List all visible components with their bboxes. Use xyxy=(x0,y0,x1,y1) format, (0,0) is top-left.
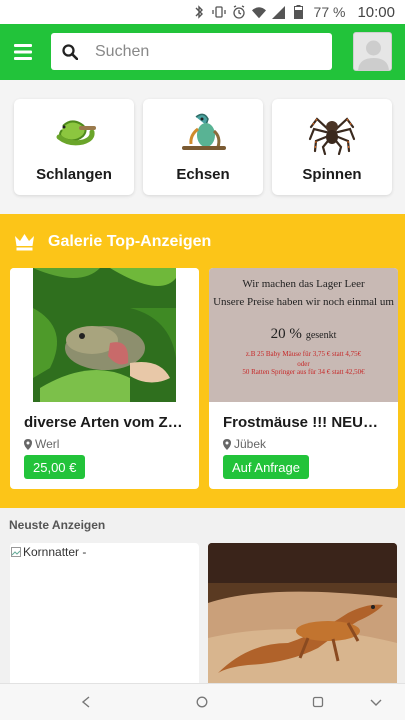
image-text-suffix: gesenkt xyxy=(305,330,337,341)
newest-section-title: Neuste Anzeigen xyxy=(9,518,106,532)
alarm-icon xyxy=(232,5,246,19)
snake-icon xyxy=(56,120,96,146)
category-label: Schlangen xyxy=(36,166,112,183)
image-text-line: Wir machen das Lager Leer xyxy=(242,278,365,290)
gallery-section: Galerie Top-Anzeigen diverse Arten vom Z… xyxy=(0,214,405,508)
ad-location: Werl xyxy=(24,437,59,451)
system-nav-bar xyxy=(0,683,405,720)
ad-image xyxy=(208,543,397,683)
back-icon[interactable] xyxy=(77,693,95,711)
category-label: Echsen xyxy=(176,166,230,183)
category-section: Schlangen Echsen Spinnen xyxy=(0,80,405,214)
image-text-line: oder xyxy=(297,360,310,368)
category-label: Spinnen xyxy=(302,166,362,183)
top-ad-card-1[interactable]: diverse Arten vom Zü... Werl 25,00 € xyxy=(10,268,199,489)
ad-image: Wir machen das Lager Leer Unsere Preise … xyxy=(209,268,398,402)
lizard-icon xyxy=(182,113,226,150)
image-text-line: Unsere Preise haben wir noch einmal um xyxy=(213,296,394,308)
signal-icon xyxy=(272,5,286,19)
search-bar[interactable] xyxy=(51,33,332,70)
app-header xyxy=(0,24,405,80)
search-input[interactable] xyxy=(95,42,315,61)
bluetooth-icon xyxy=(192,5,206,19)
ad-title: diverse Arten vom Zü... xyxy=(24,414,189,431)
category-card-snakes[interactable]: Schlangen xyxy=(14,99,134,195)
image-text-line: 50 Ratten Springer aus für 34 € statt 42… xyxy=(242,368,365,376)
category-card-spiders[interactable]: Spinnen xyxy=(272,99,392,195)
gallery-title: Galerie Top-Anzeigen xyxy=(48,232,212,250)
search-icon xyxy=(62,43,78,60)
home-icon[interactable] xyxy=(193,693,211,711)
wifi-icon xyxy=(251,5,266,19)
battery-percentage: 77 % xyxy=(313,4,346,20)
vibrate-icon xyxy=(211,5,226,19)
broken-image-placeholder: Kornnatter - xyxy=(11,545,86,559)
new-ad-card-1[interactable]: Kornnatter - xyxy=(10,543,199,683)
dropdown-icon[interactable] xyxy=(367,693,385,711)
top-ad-card-2[interactable]: Wir machen das Lager Leer Unsere Preise … xyxy=(209,268,398,489)
ad-location: Jübek xyxy=(223,437,266,451)
location-pin-icon xyxy=(223,438,231,450)
category-card-lizards[interactable]: Echsen xyxy=(143,99,263,195)
clock: 10:00 xyxy=(357,3,395,21)
price-badge: 25,00 € xyxy=(24,455,86,479)
location-pin-icon xyxy=(24,438,32,450)
image-text-percent: 20 % xyxy=(270,326,302,342)
new-ad-card-2[interactable] xyxy=(208,543,397,683)
recents-icon[interactable] xyxy=(309,693,327,711)
broken-image-icon xyxy=(11,547,21,557)
battery-icon xyxy=(292,5,306,19)
hamburger-menu-icon xyxy=(14,44,32,60)
spider-icon xyxy=(308,117,356,155)
status-bar: 77 % 10:00 xyxy=(0,0,405,24)
image-text-line: 20 % gesenkt xyxy=(209,325,398,343)
image-text-line: z.B 25 Baby Mäuse für 3,75 € statt 4,75€ xyxy=(245,350,362,358)
ad-title: Frostmäuse !!! NEUE P... xyxy=(223,414,388,431)
avatar[interactable] xyxy=(353,32,392,71)
user-avatar-icon xyxy=(358,40,389,70)
gallery-header: Galerie Top-Anzeigen xyxy=(14,231,211,252)
menu-button[interactable] xyxy=(0,24,46,80)
ad-image xyxy=(10,268,199,402)
price-badge: Auf Anfrage xyxy=(223,455,309,479)
crown-icon xyxy=(15,234,34,251)
